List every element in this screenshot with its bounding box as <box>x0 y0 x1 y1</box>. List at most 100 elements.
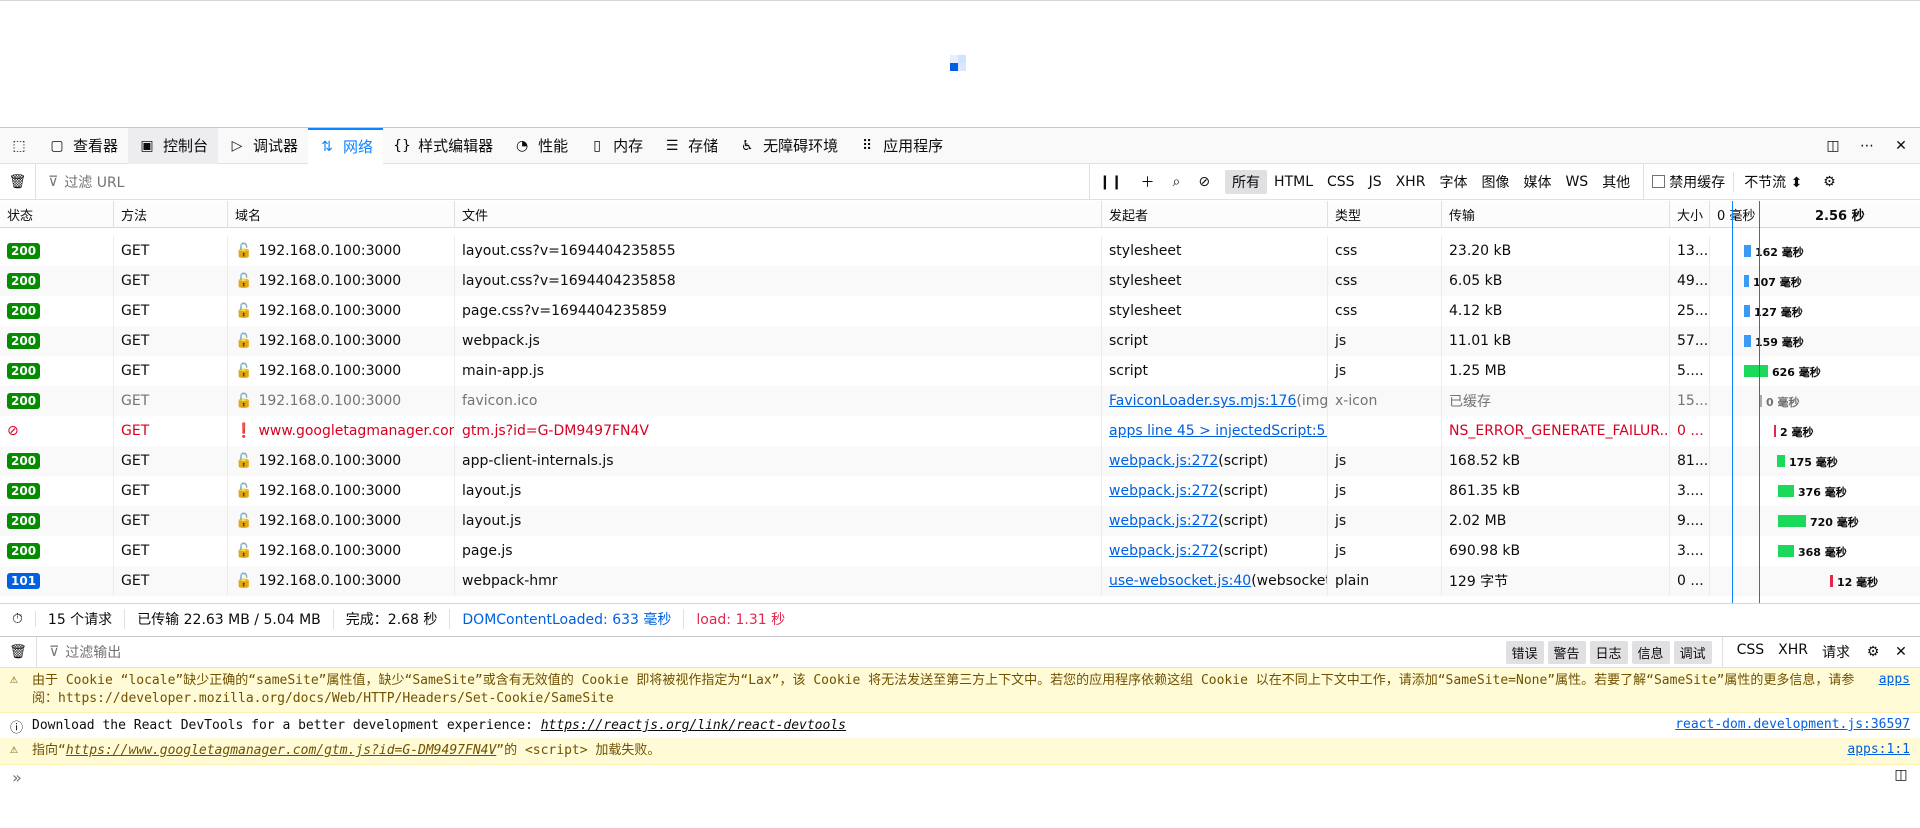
table-row[interactable]: 200 GET 🔓 192.168.0.100:3000 page.css?v=1… <box>0 296 1920 326</box>
waterfall-label: 2 毫秒 <box>1780 426 1814 439</box>
table-row[interactable]: 101 GET 🔓 192.168.0.100:3000 webpack-hmr … <box>0 566 1920 596</box>
waterfall-label: 159 毫秒 <box>1755 336 1804 349</box>
filter-all[interactable]: 所有 <box>1225 169 1268 194</box>
col-file[interactable]: 文件 <box>455 201 1102 227</box>
tab-style-editor[interactable]: {} 样式编辑器 <box>383 128 503 164</box>
filter-other[interactable]: 其他 <box>1595 170 1637 194</box>
level-info[interactable]: 信息 <box>1631 640 1670 664</box>
cell-file: layout.css?v=1694404235858 <box>455 266 1102 296</box>
tab-accessibility[interactable]: ♿ 无障碍环境 <box>728 128 848 164</box>
tab-application[interactable]: ⠿ 应用程序 <box>848 128 953 164</box>
initiator-link[interactable]: webpack.js:272 <box>1109 453 1218 469</box>
col-size[interactable]: 大小 <box>1670 201 1710 227</box>
waterfall-label: 127 毫秒 <box>1754 306 1803 319</box>
cell-domain: 🔓 192.168.0.100:3000 <box>228 386 455 416</box>
filter-xhr[interactable]: XHR <box>1389 172 1433 192</box>
partial-row[interactable] <box>0 228 1920 236</box>
level-debug[interactable]: 调试 <box>1673 640 1712 664</box>
level-errors[interactable]: 错误 <box>1505 640 1544 664</box>
insecure-lock-icon: 🔓 <box>235 393 253 409</box>
clear-network-button[interactable]: 🗑 <box>0 164 36 199</box>
throttle-select[interactable]: 不节流 ⬍ <box>1733 171 1812 192</box>
console-filter-input[interactable]: ⊽ 过滤输出 <box>36 637 1506 667</box>
status-badge: 200 <box>7 393 41 409</box>
table-row[interactable]: 200 GET 🔓 192.168.0.100:3000 webpack.js s… <box>0 326 1920 356</box>
pause-button[interactable]: ❙❙ <box>1090 174 1131 190</box>
initiator-link[interactable]: webpack.js:272 <box>1109 513 1218 529</box>
filter-html[interactable]: HTML <box>1267 172 1320 192</box>
cell-waterfall: 107 毫秒 <box>1710 266 1920 296</box>
cell-transferred: 4.12 kB <box>1442 296 1670 326</box>
block-icon[interactable]: ⊘ <box>1189 174 1219 190</box>
initiator-link[interactable]: FaviconLoader.sys.mjs:176 <box>1109 393 1296 409</box>
cell-size: 3.... <box>1670 476 1710 506</box>
tab-network[interactable]: ⇅ 网络 <box>308 127 384 164</box>
col-initiator[interactable]: 发起者 <box>1102 201 1328 227</box>
message-source-link[interactable]: react-dom.development.js:36597 <box>1675 717 1910 736</box>
level-logs[interactable]: 日志 <box>1589 640 1628 664</box>
console-filter-requests[interactable]: 请求 <box>1822 642 1850 662</box>
tab-storage[interactable]: ☰ 存储 <box>653 128 728 164</box>
tab-console[interactable]: ▣ 控制台 <box>128 127 219 164</box>
table-row[interactable]: 200 GET 🔓 192.168.0.100:3000 favicon.ico … <box>0 386 1920 416</box>
split-console-icon[interactable]: ◫ <box>1892 766 1910 784</box>
react-devtools-link[interactable]: https://reactjs.org/link/react-devtools <box>541 718 846 733</box>
cell-file: webpack.js <box>455 326 1102 356</box>
filter-images[interactable]: 图像 <box>1474 170 1516 194</box>
table-row[interactable]: 200 GET 🔓 192.168.0.100:3000 layout.js we… <box>0 506 1920 536</box>
console-filter-xhr[interactable]: XHR <box>1778 642 1808 662</box>
cell-type: js <box>1328 356 1442 386</box>
tab-performance[interactable]: ◔ 性能 <box>503 128 578 164</box>
waterfall-label: 626 毫秒 <box>1772 366 1821 379</box>
settings-gear-icon[interactable]: ⚙ <box>1820 173 1838 191</box>
dock-icon[interactable]: ◫ <box>1824 137 1842 155</box>
message-source-link[interactable]: apps <box>1879 672 1910 708</box>
initiator-link[interactable]: apps line 45 > injectedScript:5 ... <box>1109 423 1327 439</box>
initiator-link[interactable]: webpack.js:272 <box>1109 483 1218 499</box>
network-table-header: 状态 方法 域名 文件 发起者 类型 传输 大小 0 毫秒 2.56 秒 <box>0 201 1920 228</box>
console-filter-css[interactable]: CSS <box>1737 642 1765 662</box>
col-status[interactable]: 状态 <box>0 201 114 227</box>
console-close-icon[interactable]: ✕ <box>1892 643 1910 661</box>
col-waterfall[interactable]: 0 毫秒 2.56 秒 <box>1710 201 1920 227</box>
clear-console-icon[interactable]: 🗑 <box>0 643 36 661</box>
message-source-link[interactable]: apps:1:1 <box>1847 742 1910 760</box>
console-input[interactable]: » <box>12 768 22 787</box>
filter-ws[interactable]: WS <box>1558 172 1595 192</box>
table-row[interactable]: 200 GET 🔓 192.168.0.100:3000 layout.css?v… <box>0 266 1920 296</box>
disable-cache-checkbox[interactable]: 禁用缓存 <box>1644 172 1733 192</box>
cell-waterfall: 368 毫秒 <box>1710 536 1920 566</box>
tab-memory[interactable]: ▯ 内存 <box>578 128 653 164</box>
console-settings-icon[interactable]: ⚙ <box>1864 643 1882 661</box>
initiator-link[interactable]: use-websocket.js:40 <box>1109 573 1251 589</box>
filter-media[interactable]: 媒体 <box>1516 170 1558 194</box>
table-row[interactable]: ⊘ GET ❗ www.googletagmanager.com gtm.js?i… <box>0 416 1920 446</box>
search-icon[interactable]: ⌕ <box>1163 174 1189 190</box>
filter-css[interactable]: CSS <box>1320 172 1362 192</box>
cell-transferred: 1.25 MB <box>1442 356 1670 386</box>
initiator-link[interactable]: webpack.js:272 <box>1109 543 1218 559</box>
more-options-icon[interactable]: ⋯ <box>1858 137 1876 155</box>
waterfall-bar <box>1830 575 1833 587</box>
col-type[interactable]: 类型 <box>1328 201 1442 227</box>
table-row[interactable]: 200 GET 🔓 192.168.0.100:3000 layout.js we… <box>0 476 1920 506</box>
col-domain[interactable]: 域名 <box>228 201 455 227</box>
element-picker-button[interactable]: ⬚ <box>0 128 38 164</box>
level-warnings[interactable]: 警告 <box>1547 640 1586 664</box>
table-row[interactable]: 200 GET 🔓 192.168.0.100:3000 main-app.js … <box>0 356 1920 386</box>
memory-icon: ▯ <box>593 137 601 154</box>
table-row[interactable]: 200 GET 🔓 192.168.0.100:3000 layout.css?v… <box>0 236 1920 266</box>
gtm-link[interactable]: https://www.googletagmanager.com/gtm.js?… <box>66 743 496 758</box>
tab-debugger[interactable]: ▷ 调试器 <box>218 128 308 164</box>
close-icon[interactable]: ✕ <box>1892 137 1910 155</box>
add-filter-button[interactable]: ＋ <box>1131 172 1163 192</box>
col-method[interactable]: 方法 <box>114 201 228 227</box>
tab-inspector[interactable]: ▢ 查看器 <box>38 128 128 164</box>
table-row[interactable]: 200 GET 🔓 192.168.0.100:3000 page.js webp… <box>0 536 1920 566</box>
col-transferred[interactable]: 传输 <box>1442 201 1670 227</box>
table-row[interactable]: 200 GET 🔓 192.168.0.100:3000 app-client-i… <box>0 446 1920 476</box>
url-filter-input[interactable]: ⊽ 过滤 URL <box>36 164 1090 199</box>
timer-icon: ⏱ <box>0 610 36 627</box>
filter-js[interactable]: JS <box>1362 172 1389 192</box>
filter-fonts[interactable]: 字体 <box>1432 170 1474 194</box>
